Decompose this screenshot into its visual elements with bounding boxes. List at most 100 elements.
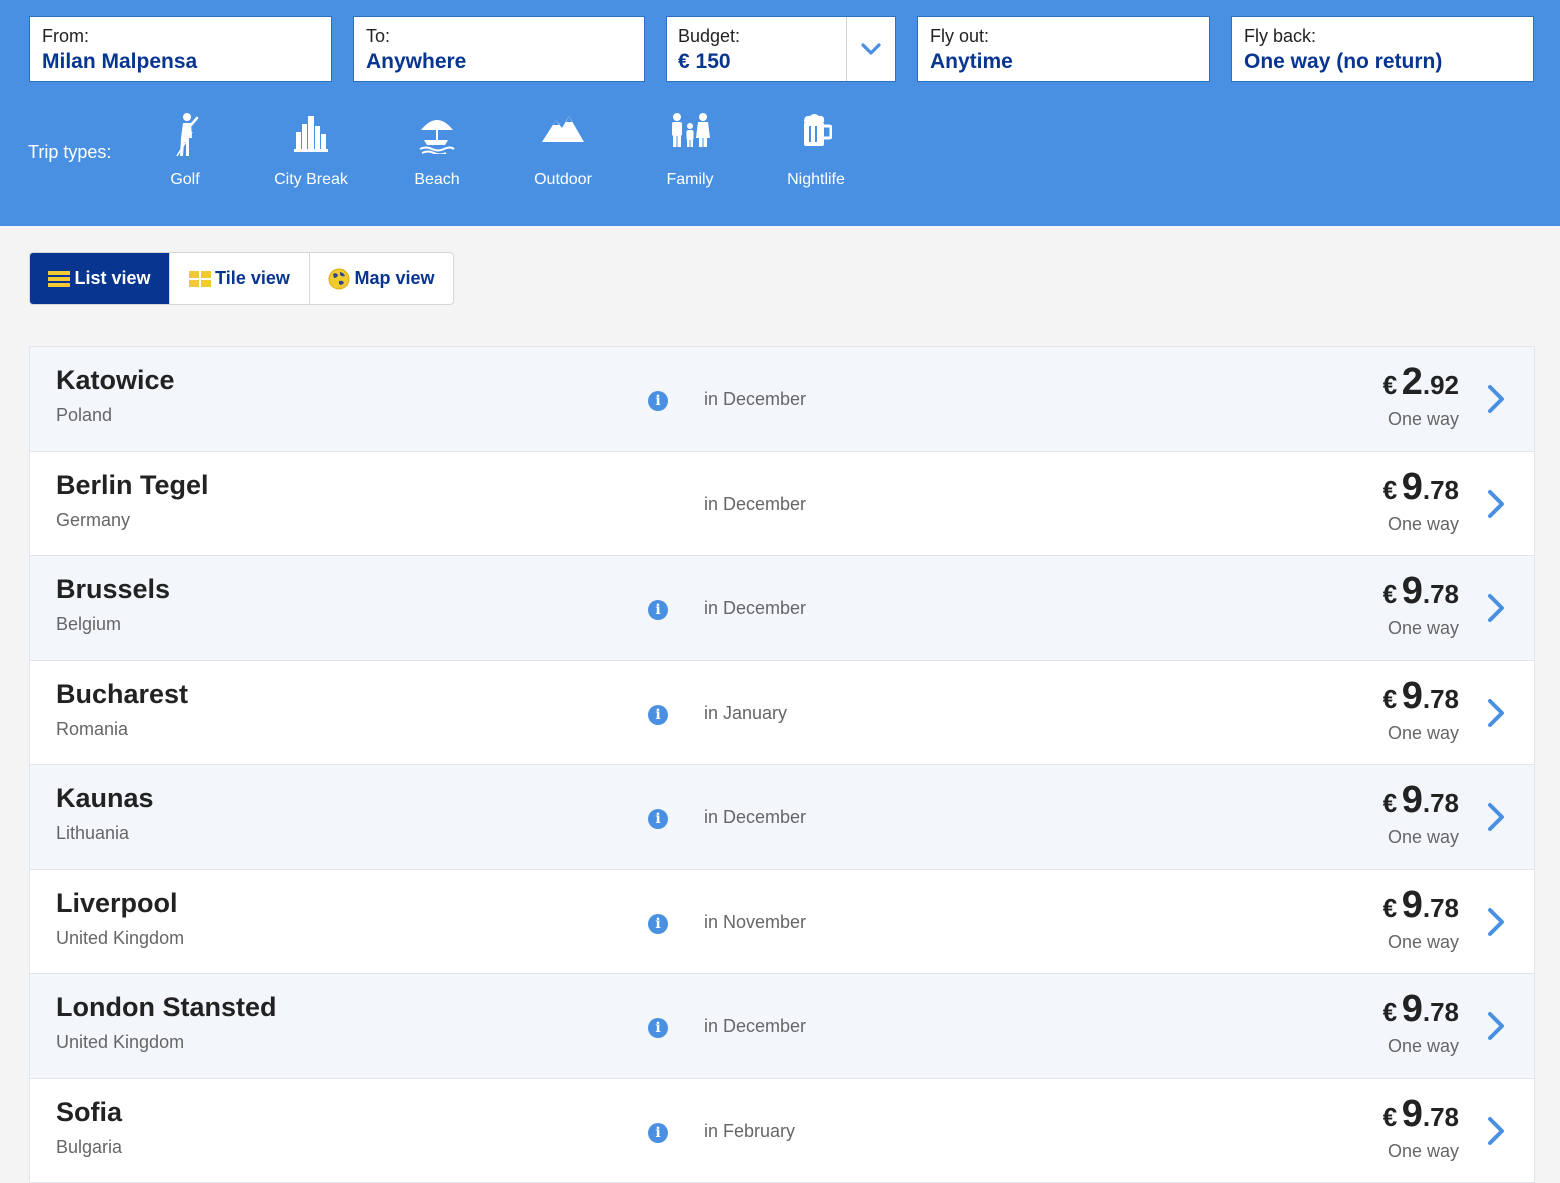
chevron-right-icon[interactable] xyxy=(1484,592,1508,624)
travel-month: in January xyxy=(704,703,787,724)
result-row[interactable]: LiverpoolUnited Kingdomiin November€ 9.7… xyxy=(30,870,1534,975)
destination-city: Kaunas xyxy=(56,783,154,814)
trip-type-label: Outdoor xyxy=(508,170,618,190)
chevron-right-icon[interactable] xyxy=(1484,697,1508,729)
trip-type-outdoor[interactable]: Outdoor xyxy=(508,112,618,190)
price-currency: € xyxy=(1383,370,1397,400)
family-icon xyxy=(669,112,711,148)
destination-country: Poland xyxy=(56,405,112,426)
price-currency: € xyxy=(1383,579,1397,609)
destination-country: Bulgaria xyxy=(56,1137,122,1158)
trip-type-city-break[interactable]: City Break xyxy=(256,112,366,190)
info-icon[interactable]: i xyxy=(648,600,668,620)
chevron-down-icon xyxy=(861,42,881,56)
info-icon[interactable]: i xyxy=(648,809,668,829)
travel-month: in December xyxy=(704,807,806,828)
info-icon[interactable]: i xyxy=(648,705,668,725)
fare-type: One way xyxy=(1388,409,1459,430)
price-currency: € xyxy=(1383,788,1397,818)
price-integer: 9 xyxy=(1402,779,1423,821)
fly-out-value: Anytime xyxy=(930,48,1197,76)
trip-type-beach[interactable]: Beach xyxy=(382,112,492,190)
trip-types-label: Trip types: xyxy=(28,142,111,163)
price-currency: € xyxy=(1383,475,1397,505)
destination-city: Brussels xyxy=(56,574,170,605)
destination-country: United Kingdom xyxy=(56,1032,184,1053)
map-view-label: Map view xyxy=(354,268,434,289)
info-icon[interactable]: i xyxy=(648,914,668,934)
price-currency: € xyxy=(1383,997,1397,1027)
destination-country: Lithuania xyxy=(56,823,129,844)
price-decimal: .92 xyxy=(1423,370,1459,400)
price-integer: 9 xyxy=(1402,1093,1423,1135)
result-row[interactable]: London StanstedUnited Kingdomiin Decembe… xyxy=(30,974,1534,1079)
fare-price: € 9.78 xyxy=(1383,466,1459,509)
result-row[interactable]: Berlin TegelGermanyin December€ 9.78One … xyxy=(30,452,1534,557)
price-integer: 9 xyxy=(1402,884,1423,926)
trip-type-label: Beach xyxy=(382,170,492,190)
travel-month: in December xyxy=(704,1016,806,1037)
result-row[interactable]: SofiaBulgariaiin February€ 9.78One way xyxy=(30,1079,1534,1183)
fly-out-label: Fly out: xyxy=(930,25,1197,47)
price-integer: 9 xyxy=(1402,570,1423,612)
trip-type-golf[interactable]: Golf xyxy=(130,112,240,190)
budget-select[interactable]: Budget: € 150 xyxy=(666,16,896,82)
from-field[interactable]: From: Milan Malpensa xyxy=(29,16,332,82)
price-currency: € xyxy=(1383,1102,1397,1132)
price-integer: 9 xyxy=(1402,988,1423,1030)
fare-price: € 9.78 xyxy=(1383,779,1459,822)
chevron-right-icon[interactable] xyxy=(1484,906,1508,938)
info-icon[interactable]: i xyxy=(648,1018,668,1038)
price-integer: 2 xyxy=(1402,361,1423,403)
fare-price: € 2.92 xyxy=(1383,361,1459,404)
chevron-right-icon[interactable] xyxy=(1484,488,1508,520)
price-integer: 9 xyxy=(1402,675,1423,717)
price-currency: € xyxy=(1383,893,1397,923)
fly-back-field[interactable]: Fly back: One way (no return) xyxy=(1231,16,1534,82)
budget-dropdown-toggle[interactable] xyxy=(847,17,895,81)
destination-country: Romania xyxy=(56,719,128,740)
price-integer: 9 xyxy=(1402,466,1423,508)
destination-country: United Kingdom xyxy=(56,928,184,949)
tile-icon xyxy=(189,271,211,287)
tile-view-label: Tile view xyxy=(215,268,290,289)
to-value: Anywhere xyxy=(366,48,632,76)
fly-back-label: Fly back: xyxy=(1244,25,1521,47)
trip-type-family[interactable]: Family xyxy=(635,112,745,190)
result-row[interactable]: BucharestRomaniaiin January€ 9.78One way xyxy=(30,661,1534,766)
beach-umbrella-icon xyxy=(418,112,456,154)
fare-type: One way xyxy=(1388,618,1459,639)
travel-month: in November xyxy=(704,912,806,933)
chevron-right-icon[interactable] xyxy=(1484,1115,1508,1147)
destination-city: Berlin Tegel xyxy=(56,470,209,501)
chevron-right-icon[interactable] xyxy=(1484,383,1508,415)
tile-view-button[interactable]: Tile view xyxy=(170,253,310,304)
fare-price: € 9.78 xyxy=(1383,884,1459,927)
price-decimal: .78 xyxy=(1423,893,1459,923)
price-decimal: .78 xyxy=(1423,788,1459,818)
result-row[interactable]: KaunasLithuaniaiin December€ 9.78One way xyxy=(30,765,1534,870)
chevron-right-icon[interactable] xyxy=(1484,801,1508,833)
travel-month: in February xyxy=(704,1121,795,1142)
fare-type: One way xyxy=(1388,1141,1459,1162)
fare-price: € 9.78 xyxy=(1383,675,1459,718)
mountains-icon xyxy=(542,112,584,144)
price-decimal: .78 xyxy=(1423,997,1459,1027)
result-row[interactable]: KatowicePolandiin December€ 2.92One way xyxy=(30,347,1534,452)
price-decimal: .78 xyxy=(1423,579,1459,609)
trip-type-nightlife[interactable]: Nightlife xyxy=(761,112,871,190)
to-field[interactable]: To: Anywhere xyxy=(353,16,645,82)
fare-type: One way xyxy=(1388,514,1459,535)
map-view-button[interactable]: Map view xyxy=(310,253,453,304)
fare-price: € 9.78 xyxy=(1383,988,1459,1031)
golfer-icon xyxy=(165,112,205,158)
info-icon[interactable]: i xyxy=(648,391,668,411)
price-decimal: .78 xyxy=(1423,684,1459,714)
list-view-button[interactable]: List view xyxy=(30,253,170,304)
fly-out-field[interactable]: Fly out: Anytime xyxy=(917,16,1210,82)
result-row[interactable]: BrusselsBelgiumiin December€ 9.78One way xyxy=(30,556,1534,661)
chevron-right-icon[interactable] xyxy=(1484,1010,1508,1042)
price-currency: € xyxy=(1383,684,1397,714)
fare-type: One way xyxy=(1388,932,1459,953)
info-icon[interactable]: i xyxy=(648,1123,668,1143)
